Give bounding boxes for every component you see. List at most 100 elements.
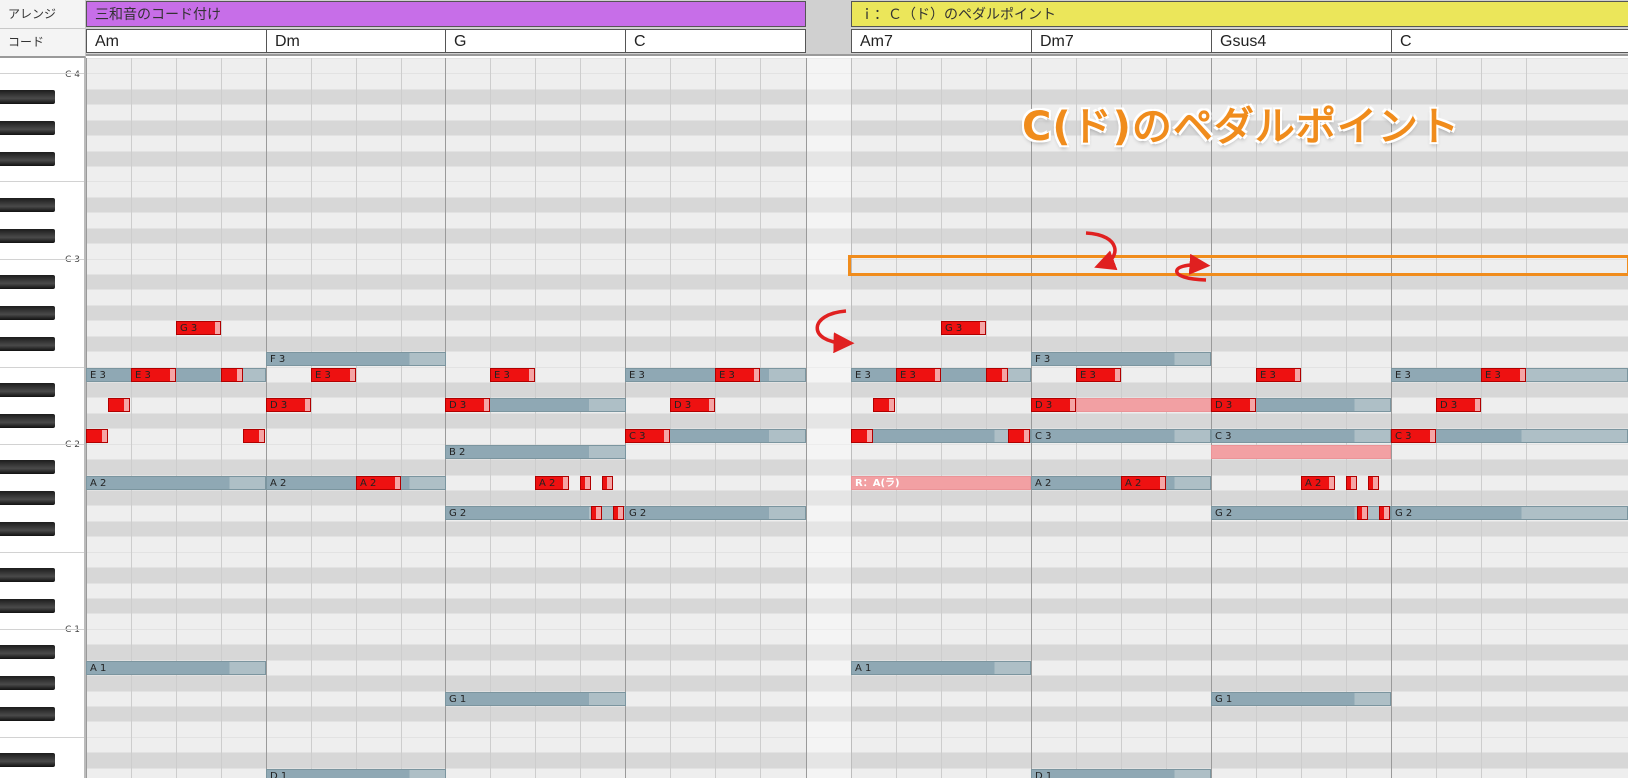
melody-note[interactable] [580,475,591,490]
chord-note[interactable]: D 1 [266,768,446,778]
grid-line [1436,58,1437,778]
melody-note[interactable]: A 2 [356,475,401,490]
chord-cell[interactable]: Dm7 [1031,29,1212,53]
pitch-lane [86,459,1628,475]
chord-note[interactable]: F 3 [266,352,446,367]
white-key-divider [0,181,84,183]
melody-note[interactable] [851,429,873,444]
melody-note[interactable]: G 3 [941,321,986,336]
black-key[interactable] [0,228,55,243]
chord-note[interactable]: G 1 [445,691,626,706]
melody-note[interactable] [1379,506,1390,521]
chord-note[interactable]: G 2 [625,506,806,521]
black-key[interactable] [0,645,55,660]
chord-cell[interactable]: Dm [266,29,446,53]
melody-note[interactable] [1368,475,1379,490]
pitch-lane [86,150,1628,166]
melody-note[interactable]: C 3 [625,429,670,444]
black-key[interactable] [0,413,55,428]
black-key[interactable] [0,383,55,398]
arrange-block-triad[interactable]: 三和音のコード付け [86,1,806,27]
grid-line [1166,58,1167,778]
chord-cell[interactable]: C [625,29,806,53]
black-key[interactable] [0,753,55,768]
melody-note[interactable]: E 3 [131,367,176,382]
melody-note[interactable] [1357,506,1368,521]
black-key[interactable] [0,120,55,135]
melody-note[interactable]: A 2 [535,475,569,490]
melody-note[interactable] [1008,429,1030,444]
piano-keyboard[interactable]: C 4 C 3 C 2 C 1 [0,58,86,778]
black-key[interactable] [0,151,55,166]
melody-note[interactable] [86,429,108,444]
melody-note[interactable]: D 3 [1211,398,1256,413]
melody-note[interactable] [243,429,265,444]
chord-note[interactable]: G 1 [1211,691,1391,706]
key-label-c3: C 3 [65,255,80,265]
melody-note[interactable] [1346,475,1357,490]
black-key[interactable] [0,707,55,722]
melody-note[interactable]: E 3 [715,367,760,382]
melody-note[interactable]: C 3 [1391,429,1436,444]
chord-note[interactable]: C 3 [1211,429,1391,444]
black-key[interactable] [0,568,55,583]
melody-note[interactable]: A 2 [1301,475,1335,490]
melody-note[interactable]: E 3 [1481,367,1526,382]
pitch-lane [86,58,1628,74]
chord-cell[interactable]: G [445,29,626,53]
chord-track: Am Dm G C Am7 Dm7 Gsus4 C [86,29,1628,56]
melody-note[interactable]: D 3 [670,398,715,413]
melody-note[interactable] [591,506,602,521]
melody-note[interactable]: D 3 [1436,398,1481,413]
black-key[interactable] [0,275,55,290]
chord-note[interactable]: G 2 [1391,506,1628,521]
grid-line [580,58,581,778]
melody-note[interactable]: E 3 [490,367,535,382]
chord-cell[interactable]: Gsus4 [1211,29,1392,53]
melody-note[interactable] [602,475,613,490]
pitch-lane [86,412,1628,429]
melody-note[interactable] [873,398,895,413]
melody-note[interactable]: E 3 [311,367,356,382]
chord-note[interactable]: A 1 [86,660,266,675]
pitch-lane [86,335,1628,352]
melody-note[interactable]: E 3 [1256,367,1301,382]
arrange-block-pedal[interactable]: ｉ：Ｃ（ド）のペダルポイント [851,1,1628,27]
chord-cell[interactable]: Am7 [851,29,1032,53]
melody-note[interactable]: E 3 [1076,367,1121,382]
chord-note[interactable]: A 1 [851,660,1031,675]
black-key[interactable] [0,460,55,475]
melody-note[interactable] [221,367,243,382]
melody-note[interactable] [986,367,1008,382]
melody-note[interactable] [613,506,624,521]
black-key[interactable] [0,197,55,212]
black-key[interactable] [0,676,55,691]
chord-cell[interactable]: Am [86,29,267,53]
grid-line [1211,58,1212,778]
black-key[interactable] [0,89,55,104]
piano-roll-grid[interactable]: E 3 A 2 A 1 E 3 G 3 F 3 D 3 A 2 D 1 E 3 A 2 D 3 B 2 G… [86,58,1628,778]
chord-cell[interactable]: C [1391,29,1628,53]
chord-note[interactable]: A 2 [86,475,266,490]
chord-note[interactable] [851,429,1031,444]
black-key[interactable] [0,599,55,614]
black-key[interactable] [0,521,55,536]
grid-line [1076,58,1077,778]
melody-note[interactable] [108,398,130,413]
black-key[interactable] [0,336,55,351]
pitch-lane [86,736,1628,753]
black-key[interactable] [0,305,55,320]
melody-note[interactable]: G 3 [176,321,221,336]
chord-note[interactable]: C 3 [1031,429,1211,444]
black-key[interactable] [0,491,55,506]
melody-note[interactable]: D 3 [445,398,490,413]
chord-note[interactable]: F 3 [1031,352,1211,367]
melody-note[interactable]: D 3 [1031,398,1076,413]
melody-note[interactable]: E 3 [896,367,941,382]
key-label-c1: C 1 [65,625,80,635]
chord-note[interactable]: D 1 [1031,768,1211,778]
melody-note[interactable]: D 3 [266,398,311,413]
chord-note[interactable]: B 2 [445,444,626,459]
pitch-lane [86,212,1628,228]
melody-note[interactable]: A 2 [1121,475,1166,490]
